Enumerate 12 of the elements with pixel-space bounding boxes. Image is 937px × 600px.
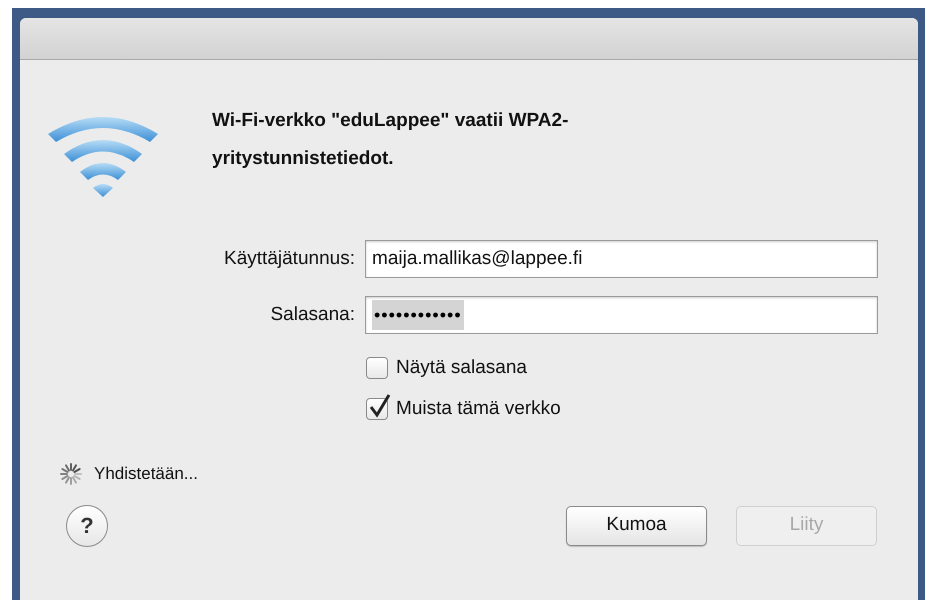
password-field[interactable]: •••••••••••• <box>365 296 878 334</box>
field-label: Käyttäjätunnus: <box>223 246 355 271</box>
help-button[interactable]: ? <box>66 504 108 546</box>
username-field[interactable]: maija.mallikas@lappee.fi <box>365 240 878 278</box>
message-text: Wi-Fi-verkko "eduLappee" vaatii WPA2-yritystunnistetiedot. <box>212 109 570 171</box>
checkbox-label[interactable]: Muista tämä verkko <box>396 394 561 423</box>
status-text: Yhdistetään... <box>94 463 198 485</box>
cancel-button[interactable]: Kumoa <box>566 506 707 546</box>
checkbox-label[interactable]: Näytä salasana <box>396 354 527 382</box>
field-label: Salasana: <box>269 302 355 327</box>
checkbox[interactable] <box>366 357 388 380</box>
spinner-icon <box>60 462 82 485</box>
